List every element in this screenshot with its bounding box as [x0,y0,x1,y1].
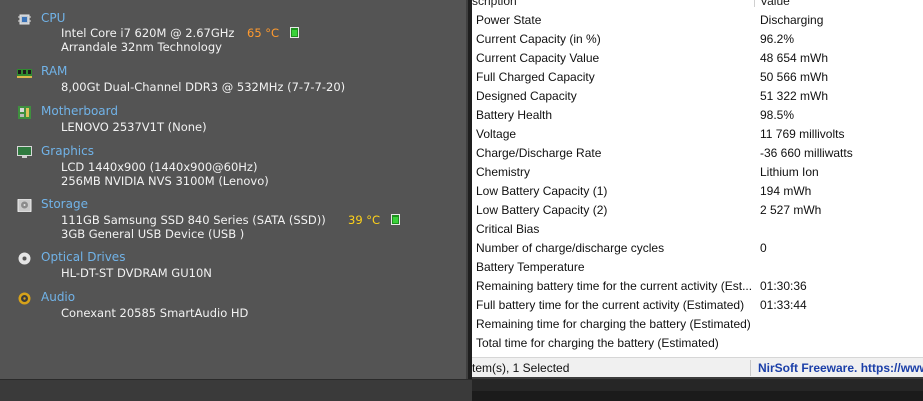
property-value: -36 660 milliwatts [760,146,853,160]
property-name: Battery Temperature [476,260,585,274]
status-bar: tem(s), 1 Selected NirSoft Freeware. htt… [472,357,923,377]
motherboard-model: LENOVO 2537V1T (None) [61,120,207,134]
gpu-info: 256MB NVIDIA NVS 3100M (Lenovo) [61,174,269,188]
property-name: Voltage [476,127,517,141]
property-name: Designed Capacity [476,89,577,103]
list-row[interactable]: Total time for charging the battery (Est… [472,334,923,353]
property-name: Remaining time for charging the battery … [476,317,751,331]
storage-temperature-gauge-icon [391,214,400,225]
optical-disc-icon [18,252,31,265]
list-row[interactable]: Charge/Discharge Rate -36 660 milliwatts [472,144,923,163]
list-row[interactable]: Voltage 11 769 millivolts [472,125,923,144]
list-row[interactable]: Critical Bias [472,220,923,239]
list-row[interactable]: Current Capacity Value 48 654 mWh [472,49,923,68]
status-item-count: tem(s), 1 Selected [472,361,570,375]
property-name: Charge/Discharge Rate [476,146,602,160]
property-value: Discharging [760,13,824,27]
property-value: 50 566 mWh [760,70,829,84]
taskbar-strip [472,377,923,401]
list-row[interactable]: Designed Capacity 51 322 mWh [472,87,923,106]
property-value: 51 322 mWh [760,89,829,103]
property-name: Low Battery Capacity (1) [476,184,608,198]
optical-drive-model: HL-DT-ST DVDRAM GU10N [61,266,212,280]
property-value: 194 mWh [760,184,812,198]
nirsoft-link[interactable]: NirSoft Freeware. https://www [758,361,923,375]
ssd-info: 111GB Samsung SSD 840 Series (SATA (SSD)… [61,213,326,227]
list-row[interactable]: Battery Health 98.5% [472,106,923,125]
ram-module-icon [17,69,32,78]
cpu-title: CPU [41,11,66,25]
summary-panel: CPU Intel Core i7 620M @ 2.67GHz Arranda… [0,0,468,379]
status-divider [750,360,751,376]
property-name: Current Capacity Value [476,51,600,65]
list-row[interactable]: Number of charge/discharge cycles 0 [472,239,923,258]
property-name: Battery Health [476,108,553,122]
list-row[interactable]: Remaining battery time for the current a… [472,277,923,296]
property-name: Total time for charging the battery (Est… [476,336,719,350]
list-row[interactable]: Current Capacity (in %) 96.2% [472,30,923,49]
battery-info-window: scription Value Power State Discharging Cu… [472,0,923,401]
cpu-temperature-gauge-icon [290,27,299,38]
list-row[interactable]: Remaining time for charging the battery … [472,315,923,334]
property-value: 11 769 millivolts [760,127,845,141]
storage-temperature: 39 °C [348,213,381,227]
optical-drives-title: Optical Drives [41,250,126,264]
property-name: Number of charge/discharge cycles [476,241,665,255]
summary-bottom-bar [0,379,472,401]
speaker-icon [18,292,31,305]
usb-drive-info: 3GB General USB Device (USB ) [61,227,245,241]
graphics-title: Graphics [41,144,94,158]
property-value: 01:33:44 [760,298,807,312]
property-value: 0 [760,241,767,255]
property-name: Power State [476,13,542,27]
property-name: Full battery time for the current activi… [476,298,745,312]
motherboard-icon [18,106,31,119]
storage-title: Storage [41,197,88,211]
list-row[interactable]: Power State Discharging [472,11,923,30]
ram-title: RAM [41,64,68,78]
ram-details: 8,00Gt Dual-Channel DDR3 @ 532MHz (7-7-7… [61,80,346,94]
property-value: 2 527 mWh [760,203,822,217]
property-name: Critical Bias [476,222,540,236]
column-header-value[interactable]: Value [760,0,790,8]
property-name: Full Charged Capacity [476,70,595,84]
property-name: Low Battery Capacity (2) [476,203,608,217]
cpu-temperature: 65 °C [247,26,280,40]
display-info: LCD 1440x900 (1440x900@60Hz) [61,160,258,174]
property-name: Chemistry [476,165,531,179]
cpu-chip-icon [18,14,31,25]
motherboard-title: Motherboard [41,104,118,118]
cpu-model: Intel Core i7 620M @ 2.67GHz [61,26,235,40]
list-row[interactable]: Chemistry Lithium Ion [472,163,923,182]
system-summary-window: CPU Intel Core i7 620M @ 2.67GHz Arranda… [0,0,472,401]
hard-drive-icon [17,199,32,212]
list-row[interactable]: Battery Temperature [472,258,923,277]
property-value: Lithium Ion [760,165,819,179]
column-header-divider[interactable] [754,0,755,7]
property-value: 98.5% [760,108,795,122]
list-row[interactable]: Full Charged Capacity 50 566 mWh [472,68,923,87]
property-value: 96.2% [760,32,795,46]
property-name: Current Capacity (in %) [476,32,601,46]
audio-title: Audio [41,290,76,304]
cpu-technology: Arrandale 32nm Technology [61,40,222,54]
list-row[interactable]: Full battery time for the current activi… [472,296,923,315]
audio-device: Conexant 20585 SmartAudio HD [61,306,249,320]
property-value: 01:30:36 [760,279,807,293]
property-name: Remaining battery time for the current a… [476,279,753,293]
property-value: 48 654 mWh [760,51,829,65]
list-row[interactable]: Low Battery Capacity (1) 194 mWh [472,182,923,201]
column-header-description[interactable]: scription [472,0,517,8]
monitor-icon [17,146,32,158]
list-row[interactable]: Low Battery Capacity (2) 2 527 mWh [472,201,923,220]
